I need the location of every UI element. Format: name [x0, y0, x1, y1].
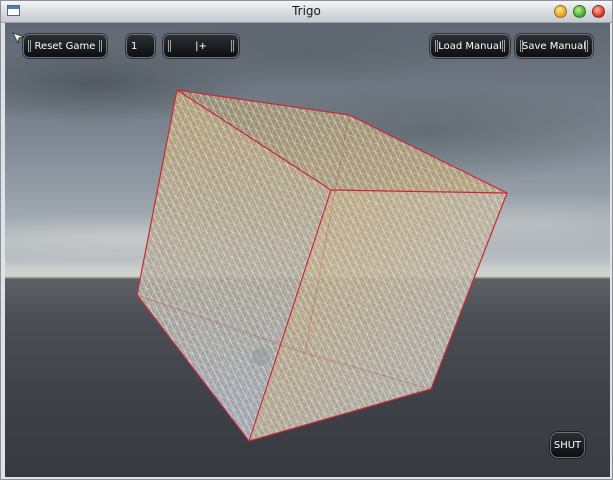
minimize-icon[interactable]	[554, 5, 567, 18]
app-window: Trigo Reset Game 1 |+ Load Manual Save M…	[0, 0, 613, 480]
level-field[interactable]: 1	[126, 34, 155, 58]
save-manual-button[interactable]: Save Manual	[515, 34, 593, 58]
shut-button[interactable]: SHUT	[550, 432, 585, 458]
maximize-icon[interactable]	[573, 5, 586, 18]
selected-cell[interactable]	[252, 348, 270, 366]
load-manual-button[interactable]: Load Manual	[430, 34, 510, 58]
step-button[interactable]: |+	[163, 34, 239, 58]
level-value: 1	[131, 40, 138, 52]
step-label: |+	[195, 40, 207, 52]
load-manual-label: Load Manual	[438, 40, 502, 52]
close-icon[interactable]	[592, 5, 605, 18]
reset-game-button[interactable]: Reset Game	[23, 34, 107, 58]
title-bar[interactable]: Trigo	[1, 1, 612, 23]
shut-label: SHUT	[553, 439, 582, 451]
window-title: Trigo	[292, 4, 321, 18]
save-manual-label: Save Manual	[521, 40, 587, 52]
lattice-cube[interactable]	[5, 23, 610, 477]
game-viewport[interactable]: Reset Game 1 |+ Load Manual Save Manual …	[5, 23, 610, 477]
reset-game-label: Reset Game	[34, 40, 96, 52]
